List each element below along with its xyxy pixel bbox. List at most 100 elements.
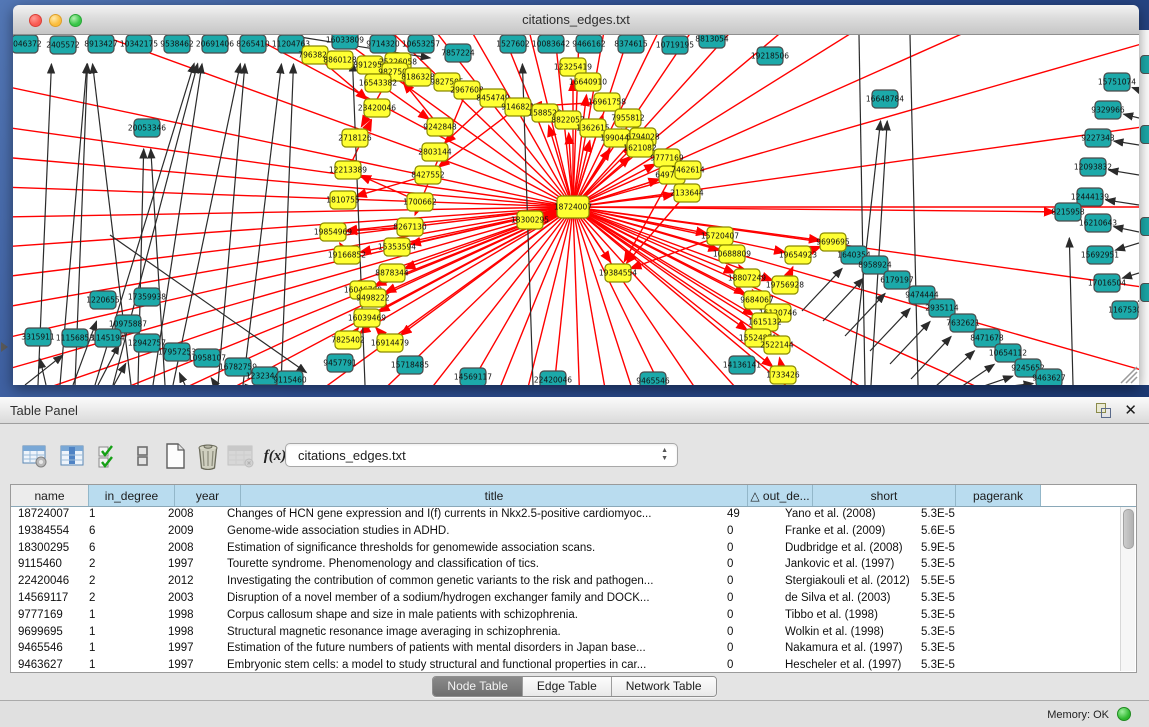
graph-node[interactable]: 9329966	[1091, 101, 1125, 119]
graph-node[interactable]: 20691406	[196, 35, 234, 53]
graph-node[interactable]: 19654923	[779, 246, 817, 264]
graph-node[interactable]: 2803144	[418, 143, 452, 161]
graph-node[interactable]: 10083642	[532, 35, 570, 53]
graph-node[interactable]: 7857224	[441, 44, 475, 62]
graph-node[interactable]: 8860128	[323, 51, 357, 69]
column-visibility-icon[interactable]	[58, 441, 88, 471]
graph-node[interactable]: 8427552	[411, 166, 445, 184]
scrollbar-thumb[interactable]	[1123, 509, 1134, 549]
graph-node[interactable]: 9227343	[1081, 129, 1115, 147]
graph-node[interactable]: 10653257	[402, 35, 440, 53]
graph-node[interactable]: 8265410	[236, 35, 270, 53]
graph-node[interactable]: 14569117	[454, 368, 492, 385]
graph-node[interactable]: 16640910	[569, 73, 607, 91]
graph-node[interactable]: 9466162	[572, 35, 606, 53]
close-panel-icon[interactable]: ✕	[1124, 401, 1137, 419]
graph-node[interactable]: 9538462	[160, 35, 194, 53]
graph-node[interactable]: 9046372	[13, 35, 42, 53]
graph-node[interactable]: 1167530	[1108, 301, 1139, 319]
graph-node[interactable]: 10688809	[713, 245, 751, 263]
graph-node[interactable]: 9457791	[323, 354, 357, 372]
graph-node[interactable]: 8913427	[84, 35, 118, 53]
graph-node[interactable]: 23420046	[358, 99, 396, 117]
graph-node[interactable]: 10342175	[120, 35, 158, 53]
table-vertical-scrollbar[interactable]	[1120, 507, 1135, 671]
column-header-title[interactable]: title	[241, 485, 748, 506]
graph-node[interactable]: 7825402	[331, 331, 365, 349]
float-panel-icon[interactable]	[1096, 403, 1111, 418]
graph-node[interactable]: 2405572	[46, 36, 80, 54]
table-row[interactable]: 911546021997Tourette syndrome. Phenomeno…	[11, 557, 1136, 574]
graph-node[interactable]: 9465546	[636, 372, 670, 385]
graph-node[interactable]: 20053346	[128, 119, 166, 137]
table-row[interactable]: 969969511998Structural magnetic resonanc…	[11, 625, 1136, 642]
graph-node[interactable]: 17016504	[1088, 274, 1126, 292]
table-header-row[interactable]: namein_degreeyeartitle△ out_de...shortpa…	[11, 485, 1136, 507]
table-row[interactable]: 946362711997Embryonic stem cells: a mode…	[11, 658, 1136, 673]
column-header-short[interactable]: short	[813, 485, 956, 506]
graph-node[interactable]: 16039469	[348, 309, 386, 327]
table-settings-icon[interactable]	[20, 441, 50, 471]
table-row[interactable]: 1456911722003Disruption of a novel membe…	[11, 591, 1136, 608]
table-row[interactable]: 977716911998Corpus callosum shape and si…	[11, 608, 1136, 625]
row-height-icon[interactable]	[128, 441, 158, 471]
graph-node[interactable]: 8374615	[614, 35, 648, 53]
tab-node-table[interactable]: Node Table	[433, 677, 523, 696]
panel-collapse-arrow-icon[interactable]	[1, 342, 8, 352]
memory-status-indicator-icon[interactable]	[1117, 707, 1131, 721]
column-header-name[interactable]: name	[11, 485, 89, 506]
column-header-pagerank[interactable]: pagerank	[956, 485, 1041, 506]
node-table[interactable]: namein_degreeyeartitle△ out_de...shortpa…	[10, 484, 1137, 673]
graph-node[interactable]: 8215958	[1051, 203, 1085, 221]
network-canvas[interactable]: 9046372240557289134271034217595384622069…	[13, 35, 1139, 385]
graph-node[interactable]: 1733426	[766, 366, 800, 384]
graph-node[interactable]: 15718485	[391, 356, 429, 374]
column-header-year[interactable]: year	[175, 485, 241, 506]
graph-node[interactable]: 16914479	[371, 334, 409, 352]
graph-node[interactable]: 8813054	[695, 35, 729, 48]
graph-node[interactable]: 16648784	[866, 90, 904, 108]
graph-node[interactable]: 19854969	[314, 223, 352, 241]
window-resize-grip[interactable]	[1121, 367, 1137, 383]
graph-node[interactable]: 3315911	[21, 328, 55, 346]
table-row[interactable]: 946554611997Estimation of the future num…	[11, 641, 1136, 658]
delete-table-icon[interactable]	[193, 441, 223, 471]
graph-node[interactable]: 6179197	[880, 271, 914, 289]
graph-node[interactable]: 10719195	[656, 36, 694, 54]
graph-node[interactable]: 7462614	[671, 161, 705, 179]
graph-node[interactable]: 7632621	[946, 314, 980, 332]
graph-node[interactable]: 12093832	[1074, 158, 1112, 176]
graph-node[interactable]: 9463627	[1032, 369, 1066, 385]
graph-node[interactable]: 19384554	[599, 264, 637, 282]
graph-node[interactable]: 1527602	[496, 35, 530, 53]
graph-node[interactable]: 18724007	[554, 196, 592, 218]
graph-node[interactable]: 2718126	[338, 129, 372, 147]
graph-node[interactable]: 14136141	[723, 356, 761, 374]
graph-node[interactable]: 9498222	[356, 289, 390, 307]
select-rows-icon[interactable]	[94, 441, 124, 471]
graph-node[interactable]: 1810755	[326, 191, 360, 209]
graph-node[interactable]: 9115460	[273, 371, 307, 385]
network-window-titlebar[interactable]: citations_edges.txt	[13, 5, 1139, 35]
network-selector-dropdown[interactable]: citations_edges.txt ▲▼	[285, 443, 678, 467]
column-header-out_de[interactable]: △ out_de...	[748, 485, 813, 506]
table-row[interactable]: 2242004622012Investigating the contribut…	[11, 574, 1136, 591]
network-graph[interactable]: 9046372240557289134271034217595384622069…	[13, 35, 1139, 385]
graph-node[interactable]: 15692951	[1081, 246, 1119, 264]
table-row[interactable]: 1872400712008Changes of HCN gene express…	[11, 507, 1136, 524]
graph-node[interactable]: 19756928	[766, 276, 804, 294]
graph-node[interactable]: 1145194	[91, 329, 125, 347]
tab-network-table[interactable]: Network Table	[612, 677, 716, 696]
graph-node[interactable]: 7955812	[611, 109, 645, 127]
graph-node[interactable]: 16210643	[1079, 214, 1117, 232]
graph-node[interactable]: 1615132	[748, 313, 782, 331]
table-row[interactable]: 1830029562008Estimation of significance …	[11, 541, 1136, 558]
graph-node[interactable]: 9242848	[423, 118, 457, 136]
graph-node[interactable]: 9714320	[366, 35, 400, 53]
table-row[interactable]: 1938455462009Genome-wide association stu…	[11, 524, 1136, 541]
graph-node[interactable]: 15751074	[1098, 73, 1136, 91]
graph-node[interactable]: 2133644	[670, 184, 704, 202]
graph-node[interactable]: 1220655	[86, 291, 120, 309]
graph-node[interactable]: 8878344	[375, 264, 409, 282]
graph-node[interactable]: 9699695	[816, 233, 850, 251]
